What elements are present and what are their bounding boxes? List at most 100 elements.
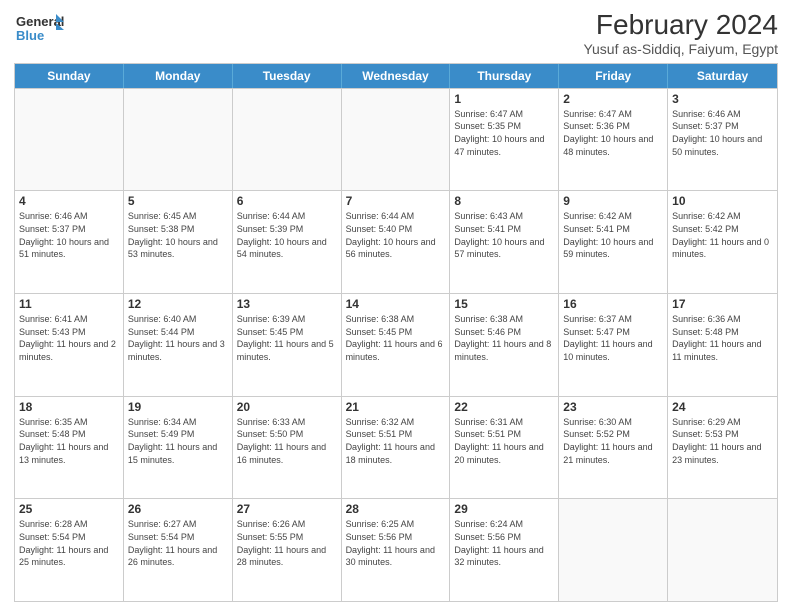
day-info-7: Sunrise: 6:44 AM Sunset: 5:40 PM Dayligh…: [346, 210, 446, 260]
header-thursday: Thursday: [450, 64, 559, 88]
day-cell-13: 13 Sunrise: 6:39 AM Sunset: 5:45 PM Dayli…: [233, 294, 342, 396]
day-cell-1: 1 Sunrise: 6:47 AM Sunset: 5:35 PM Daylig…: [450, 89, 559, 191]
day-number-7: 7: [346, 194, 446, 208]
day-info-4: Sunrise: 6:46 AM Sunset: 5:37 PM Dayligh…: [19, 210, 119, 260]
day-info-24: Sunrise: 6:29 AM Sunset: 5:53 PM Dayligh…: [672, 416, 773, 466]
day-number-17: 17: [672, 297, 773, 311]
day-cell-17: 17 Sunrise: 6:36 AM Sunset: 5:48 PM Dayli…: [668, 294, 777, 396]
day-info-25: Sunrise: 6:28 AM Sunset: 5:54 PM Dayligh…: [19, 518, 119, 568]
day-info-1: Sunrise: 6:47 AM Sunset: 5:35 PM Dayligh…: [454, 108, 554, 158]
day-info-22: Sunrise: 6:31 AM Sunset: 5:51 PM Dayligh…: [454, 416, 554, 466]
day-number-22: 22: [454, 400, 554, 414]
day-cell-7: 7 Sunrise: 6:44 AM Sunset: 5:40 PM Daylig…: [342, 191, 451, 293]
day-cell-24: 24 Sunrise: 6:29 AM Sunset: 5:53 PM Dayli…: [668, 397, 777, 499]
day-cell-28: 28 Sunrise: 6:25 AM Sunset: 5:56 PM Dayli…: [342, 499, 451, 601]
day-cell-18: 18Sunrise: 6:35 AM Sunset: 5:48 PM Dayli…: [15, 397, 124, 499]
day-info-18: Sunrise: 6:35 AM Sunset: 5:48 PM Dayligh…: [19, 416, 119, 466]
day-number-29: 29: [454, 502, 554, 516]
day-info-20: Sunrise: 6:33 AM Sunset: 5:50 PM Dayligh…: [237, 416, 337, 466]
day-info-3: Sunrise: 6:46 AM Sunset: 5:37 PM Dayligh…: [672, 108, 773, 158]
day-number-8: 8: [454, 194, 554, 208]
day-number-2: 2: [563, 92, 663, 106]
day-info-28: Sunrise: 6:25 AM Sunset: 5:56 PM Dayligh…: [346, 518, 446, 568]
day-number-12: 12: [128, 297, 228, 311]
day-cell-29: 29Sunrise: 6:24 AM Sunset: 5:56 PM Dayli…: [450, 499, 559, 601]
calendar: SundayMondayTuesdayWednesdayThursdayFrid…: [14, 63, 778, 602]
day-number-26: 26: [128, 502, 228, 516]
day-cell-23: 23Sunrise: 6:30 AM Sunset: 5:52 PM Dayli…: [559, 397, 668, 499]
svg-text:Blue: Blue: [16, 28, 44, 43]
calendar-subtitle: Yusuf as-Siddiq, Faiyum, Egypt: [583, 41, 778, 57]
header-wednesday: Wednesday: [342, 64, 451, 88]
day-info-5: Sunrise: 6:45 AM Sunset: 5:38 PM Dayligh…: [128, 210, 228, 260]
week-row-3: 11Sunrise: 6:41 AM Sunset: 5:43 PM Dayli…: [15, 293, 777, 396]
day-number-21: 21: [346, 400, 446, 414]
day-cell-11: 11Sunrise: 6:41 AM Sunset: 5:43 PM Dayli…: [15, 294, 124, 396]
day-number-28: 28: [346, 502, 446, 516]
day-number-13: 13: [237, 297, 337, 311]
day-info-9: Sunrise: 6:42 AM Sunset: 5:41 PM Dayligh…: [563, 210, 663, 260]
week-row-4: 18Sunrise: 6:35 AM Sunset: 5:48 PM Dayli…: [15, 396, 777, 499]
calendar-page: General Blue February 2024 Yusuf as-Sidd…: [0, 0, 792, 612]
day-info-17: Sunrise: 6:36 AM Sunset: 5:48 PM Dayligh…: [672, 313, 773, 363]
day-number-24: 24: [672, 400, 773, 414]
day-cell-8: 8 Sunrise: 6:43 AM Sunset: 5:41 PM Daylig…: [450, 191, 559, 293]
day-cell-2: 2Sunrise: 6:47 AM Sunset: 5:36 PM Daylig…: [559, 89, 668, 191]
day-number-11: 11: [19, 297, 119, 311]
calendar-header-row: SundayMondayTuesdayWednesdayThursdayFrid…: [15, 64, 777, 88]
header-friday: Friday: [559, 64, 668, 88]
empty-cell-0-1: [124, 89, 233, 191]
day-number-20: 20: [237, 400, 337, 414]
day-cell-19: 19Sunrise: 6:34 AM Sunset: 5:49 PM Dayli…: [124, 397, 233, 499]
empty-cell-0-0: [15, 89, 124, 191]
empty-cell-4-6: [668, 499, 777, 601]
empty-cell-4-5: [559, 499, 668, 601]
day-info-19: Sunrise: 6:34 AM Sunset: 5:49 PM Dayligh…: [128, 416, 228, 466]
day-info-12: Sunrise: 6:40 AM Sunset: 5:44 PM Dayligh…: [128, 313, 228, 363]
day-info-14: Sunrise: 6:38 AM Sunset: 5:45 PM Dayligh…: [346, 313, 446, 363]
day-cell-15: 15Sunrise: 6:38 AM Sunset: 5:46 PM Dayli…: [450, 294, 559, 396]
day-number-9: 9: [563, 194, 663, 208]
calendar-title: February 2024: [583, 10, 778, 41]
header-tuesday: Tuesday: [233, 64, 342, 88]
header-saturday: Saturday: [668, 64, 777, 88]
day-info-16: Sunrise: 6:37 AM Sunset: 5:47 PM Dayligh…: [563, 313, 663, 363]
calendar-body: 1 Sunrise: 6:47 AM Sunset: 5:35 PM Daylig…: [15, 88, 777, 601]
day-cell-12: 12 Sunrise: 6:40 AM Sunset: 5:44 PM Dayli…: [124, 294, 233, 396]
day-cell-26: 26Sunrise: 6:27 AM Sunset: 5:54 PM Dayli…: [124, 499, 233, 601]
day-cell-10: 10 Sunrise: 6:42 AM Sunset: 5:42 PM Dayli…: [668, 191, 777, 293]
day-cell-25: 25 Sunrise: 6:28 AM Sunset: 5:54 PM Dayli…: [15, 499, 124, 601]
day-cell-9: 9 Sunrise: 6:42 AM Sunset: 5:41 PM Daylig…: [559, 191, 668, 293]
day-cell-5: 5 Sunrise: 6:45 AM Sunset: 5:38 PM Daylig…: [124, 191, 233, 293]
week-row-2: 4 Sunrise: 6:46 AM Sunset: 5:37 PM Daylig…: [15, 190, 777, 293]
day-cell-6: 6 Sunrise: 6:44 AM Sunset: 5:39 PM Daylig…: [233, 191, 342, 293]
logo-svg: General Blue: [14, 10, 64, 48]
logo: General Blue: [14, 10, 64, 48]
day-cell-21: 21 Sunrise: 6:32 AM Sunset: 5:51 PM Dayli…: [342, 397, 451, 499]
day-cell-4: 4 Sunrise: 6:46 AM Sunset: 5:37 PM Daylig…: [15, 191, 124, 293]
empty-cell-0-2: [233, 89, 342, 191]
title-block: February 2024 Yusuf as-Siddiq, Faiyum, E…: [583, 10, 778, 57]
header: General Blue February 2024 Yusuf as-Sidd…: [14, 10, 778, 57]
day-number-10: 10: [672, 194, 773, 208]
day-cell-20: 20 Sunrise: 6:33 AM Sunset: 5:50 PM Dayli…: [233, 397, 342, 499]
day-info-6: Sunrise: 6:44 AM Sunset: 5:39 PM Dayligh…: [237, 210, 337, 260]
day-number-5: 5: [128, 194, 228, 208]
day-info-8: Sunrise: 6:43 AM Sunset: 5:41 PM Dayligh…: [454, 210, 554, 260]
day-number-1: 1: [454, 92, 554, 106]
day-info-13: Sunrise: 6:39 AM Sunset: 5:45 PM Dayligh…: [237, 313, 337, 363]
week-row-1: 1 Sunrise: 6:47 AM Sunset: 5:35 PM Daylig…: [15, 88, 777, 191]
day-cell-16: 16Sunrise: 6:37 AM Sunset: 5:47 PM Dayli…: [559, 294, 668, 396]
day-number-27: 27: [237, 502, 337, 516]
day-number-4: 4: [19, 194, 119, 208]
day-number-23: 23: [563, 400, 663, 414]
day-info-27: Sunrise: 6:26 AM Sunset: 5:55 PM Dayligh…: [237, 518, 337, 568]
day-number-25: 25: [19, 502, 119, 516]
day-number-3: 3: [672, 92, 773, 106]
day-info-10: Sunrise: 6:42 AM Sunset: 5:42 PM Dayligh…: [672, 210, 773, 260]
day-info-21: Sunrise: 6:32 AM Sunset: 5:51 PM Dayligh…: [346, 416, 446, 466]
day-info-15: Sunrise: 6:38 AM Sunset: 5:46 PM Dayligh…: [454, 313, 554, 363]
day-cell-27: 27 Sunrise: 6:26 AM Sunset: 5:55 PM Dayli…: [233, 499, 342, 601]
day-cell-3: 3 Sunrise: 6:46 AM Sunset: 5:37 PM Daylig…: [668, 89, 777, 191]
day-number-6: 6: [237, 194, 337, 208]
